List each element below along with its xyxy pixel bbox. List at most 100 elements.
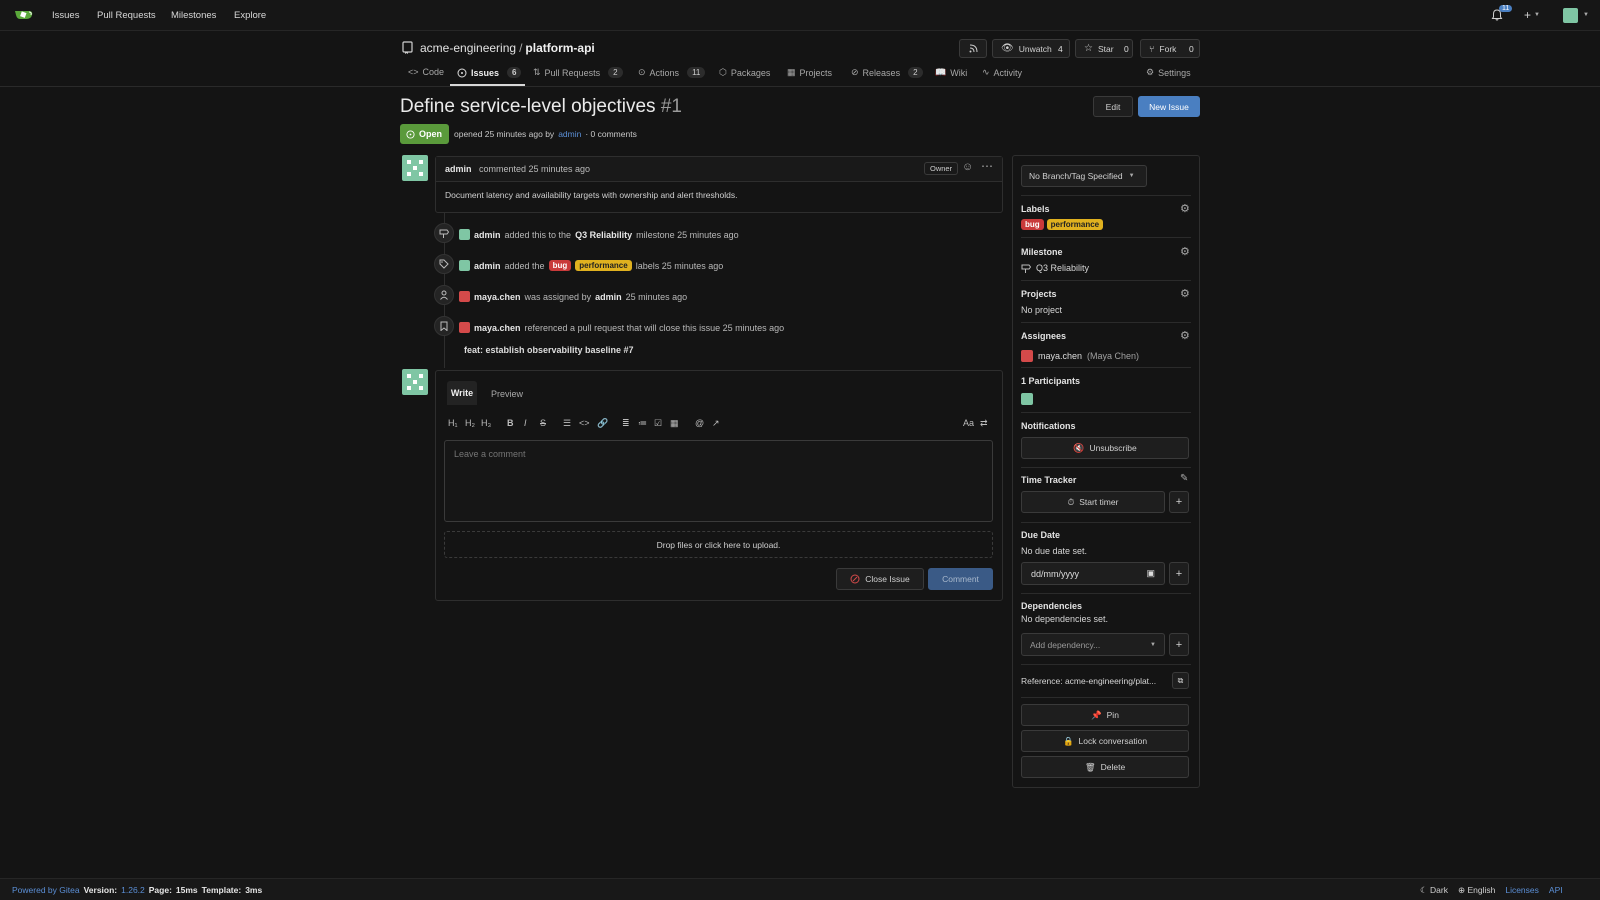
avatar[interactable]: [459, 291, 470, 302]
assignee-item[interactable]: maya.chen (Maya Chen): [1021, 350, 1139, 362]
event-user[interactable]: admin: [474, 230, 501, 240]
repo-owner-link[interactable]: acme-engineering: [420, 41, 516, 55]
upload-dropzone[interactable]: Drop files or click here to upload.: [444, 531, 993, 558]
tab-wiki[interactable]: 📖 Wiki: [935, 67, 967, 78]
avatar[interactable]: [402, 369, 428, 395]
gear-icon[interactable]: ⚙: [1180, 329, 1190, 342]
bulleted-list-icon[interactable]: ≣: [622, 418, 630, 429]
event-user[interactable]: maya.chen: [474, 323, 521, 333]
edit-button[interactable]: Edit: [1093, 96, 1133, 117]
pin-button[interactable]: 📌 Pin: [1021, 704, 1189, 726]
nav-explore[interactable]: Explore: [234, 10, 266, 21]
heading-2-icon[interactable]: H₂: [465, 418, 475, 428]
branch-selector[interactable]: No Branch/Tag Specified ▼: [1021, 165, 1147, 187]
switch-editor-icon[interactable]: ⇄: [980, 418, 988, 429]
gear-icon[interactable]: ⚙: [1180, 245, 1190, 258]
issue-author-link[interactable]: admin: [558, 129, 581, 139]
milestone-link[interactable]: Q3 Reliability: [1036, 263, 1089, 273]
nav-milestones[interactable]: Milestones: [171, 10, 216, 21]
event-user[interactable]: admin: [474, 261, 501, 271]
bold-icon[interactable]: B: [507, 418, 514, 428]
event-user[interactable]: maya.chen: [474, 292, 521, 302]
gear-icon[interactable]: ⚙: [1180, 287, 1190, 300]
numbered-list-icon[interactable]: ≔: [638, 418, 647, 429]
tab-code[interactable]: <> Code: [408, 67, 444, 77]
pencil-icon[interactable]: ✎: [1180, 473, 1188, 484]
api-link[interactable]: API: [1549, 885, 1563, 896]
label-bug[interactable]: bug: [1021, 219, 1044, 230]
link-icon[interactable]: 🔗: [597, 418, 608, 429]
cross-reference-icon[interactable]: ↗: [712, 418, 720, 429]
event-user[interactable]: admin: [595, 292, 622, 302]
tab-projects[interactable]: ▦ Projects: [787, 67, 832, 78]
new-issue-button[interactable]: New Issue: [1138, 96, 1200, 117]
milestone-value[interactable]: Q3 Reliability: [1021, 263, 1089, 273]
label-bug[interactable]: bug: [548, 260, 572, 271]
add-due-date-button[interactable]: +: [1169, 562, 1189, 585]
tab-settings[interactable]: ⚙ Settings: [1146, 67, 1191, 78]
fork-count[interactable]: 0: [1189, 44, 1194, 54]
quote-icon[interactable]: ☰: [563, 418, 571, 429]
copy-reference-button[interactable]: ⧉: [1172, 672, 1189, 689]
rss-button[interactable]: [959, 39, 987, 58]
watch-count[interactable]: 4: [1058, 44, 1063, 54]
delete-issue-button[interactable]: 🗑 Delete: [1021, 756, 1189, 778]
avatar[interactable]: [459, 229, 470, 240]
mention-icon[interactable]: @: [695, 418, 704, 428]
tab-activity[interactable]: ∿ Activity: [982, 67, 1022, 78]
gear-icon[interactable]: ⚙: [1180, 202, 1190, 215]
create-menu[interactable]: + ▼: [1524, 9, 1540, 21]
gitea-logo-icon[interactable]: [14, 8, 34, 22]
language-selector[interactable]: ⊕ English: [1458, 885, 1495, 896]
comment-textarea[interactable]: [444, 440, 993, 522]
more-options-icon[interactable]: ⋯: [981, 159, 993, 173]
tab-issues[interactable]: Issues 6: [457, 67, 522, 78]
due-date-input[interactable]: dd/mm/yyyy ▣: [1021, 562, 1165, 585]
repo-name-link[interactable]: platform-api: [525, 41, 594, 55]
strikethrough-icon[interactable]: S: [540, 418, 546, 428]
reaction-icon[interactable]: ☺: [962, 161, 973, 173]
lock-conversation-button[interactable]: 🔒 Lock conversation: [1021, 730, 1189, 752]
comment-button[interactable]: Comment: [928, 568, 993, 590]
add-time-button[interactable]: +: [1169, 491, 1189, 513]
monospace-toggle[interactable]: Aa: [963, 418, 974, 428]
avatar[interactable]: [402, 155, 428, 181]
unsubscribe-button[interactable]: 🔇 Unsubscribe: [1021, 437, 1189, 459]
powered-by-link[interactable]: Powered by Gitea: [12, 885, 80, 895]
label-performance[interactable]: performance: [575, 260, 632, 271]
tab-write[interactable]: Write: [447, 381, 477, 405]
licenses-link[interactable]: Licenses: [1505, 885, 1539, 896]
italic-icon[interactable]: I: [524, 418, 527, 428]
event-milestone-link[interactable]: Q3 Reliability: [575, 230, 632, 240]
version-link[interactable]: 1.26.2: [121, 885, 145, 895]
add-dependency-select[interactable]: Add dependency... ▼: [1021, 633, 1165, 656]
tab-preview[interactable]: Preview: [491, 389, 523, 399]
avatar[interactable]: [459, 322, 470, 333]
divider: [1021, 467, 1191, 468]
pr-reference-link[interactable]: feat: establish observability baseline #…: [464, 345, 634, 355]
theme-toggle[interactable]: ☾ Dark: [1420, 885, 1448, 896]
tab-releases[interactable]: ⊘ Releases 2: [851, 67, 923, 78]
nav-pull-requests[interactable]: Pull Requests: [97, 10, 156, 21]
calendar-icon[interactable]: ▣: [1146, 568, 1155, 579]
assignee-name[interactable]: maya.chen: [1038, 351, 1082, 361]
star-count[interactable]: 0: [1124, 44, 1129, 54]
avatar[interactable]: [1021, 393, 1033, 405]
close-issue-button[interactable]: Close Issue: [836, 568, 924, 590]
repo-icon: [402, 41, 413, 54]
heading-3-icon[interactable]: H₃: [481, 418, 491, 428]
tab-pull-requests[interactable]: ⇅ Pull Requests 2: [533, 67, 623, 78]
nav-issues[interactable]: Issues: [52, 10, 79, 21]
comment-author[interactable]: admin: [445, 164, 472, 174]
avatar[interactable]: [459, 260, 470, 271]
add-dependency-button[interactable]: +: [1169, 633, 1189, 656]
tab-actions[interactable]: ⊙ Actions 11: [638, 67, 706, 78]
task-list-icon[interactable]: ☑: [654, 418, 662, 429]
heading-1-icon[interactable]: H₁: [448, 418, 458, 428]
label-performance[interactable]: performance: [1046, 219, 1104, 230]
user-avatar[interactable]: [1563, 8, 1578, 23]
table-icon[interactable]: ▦: [670, 418, 679, 429]
start-timer-button[interactable]: ⏱ Start timer: [1021, 491, 1165, 513]
code-icon[interactable]: <>: [579, 418, 590, 428]
tab-packages[interactable]: ⬡ Packages: [719, 67, 770, 78]
